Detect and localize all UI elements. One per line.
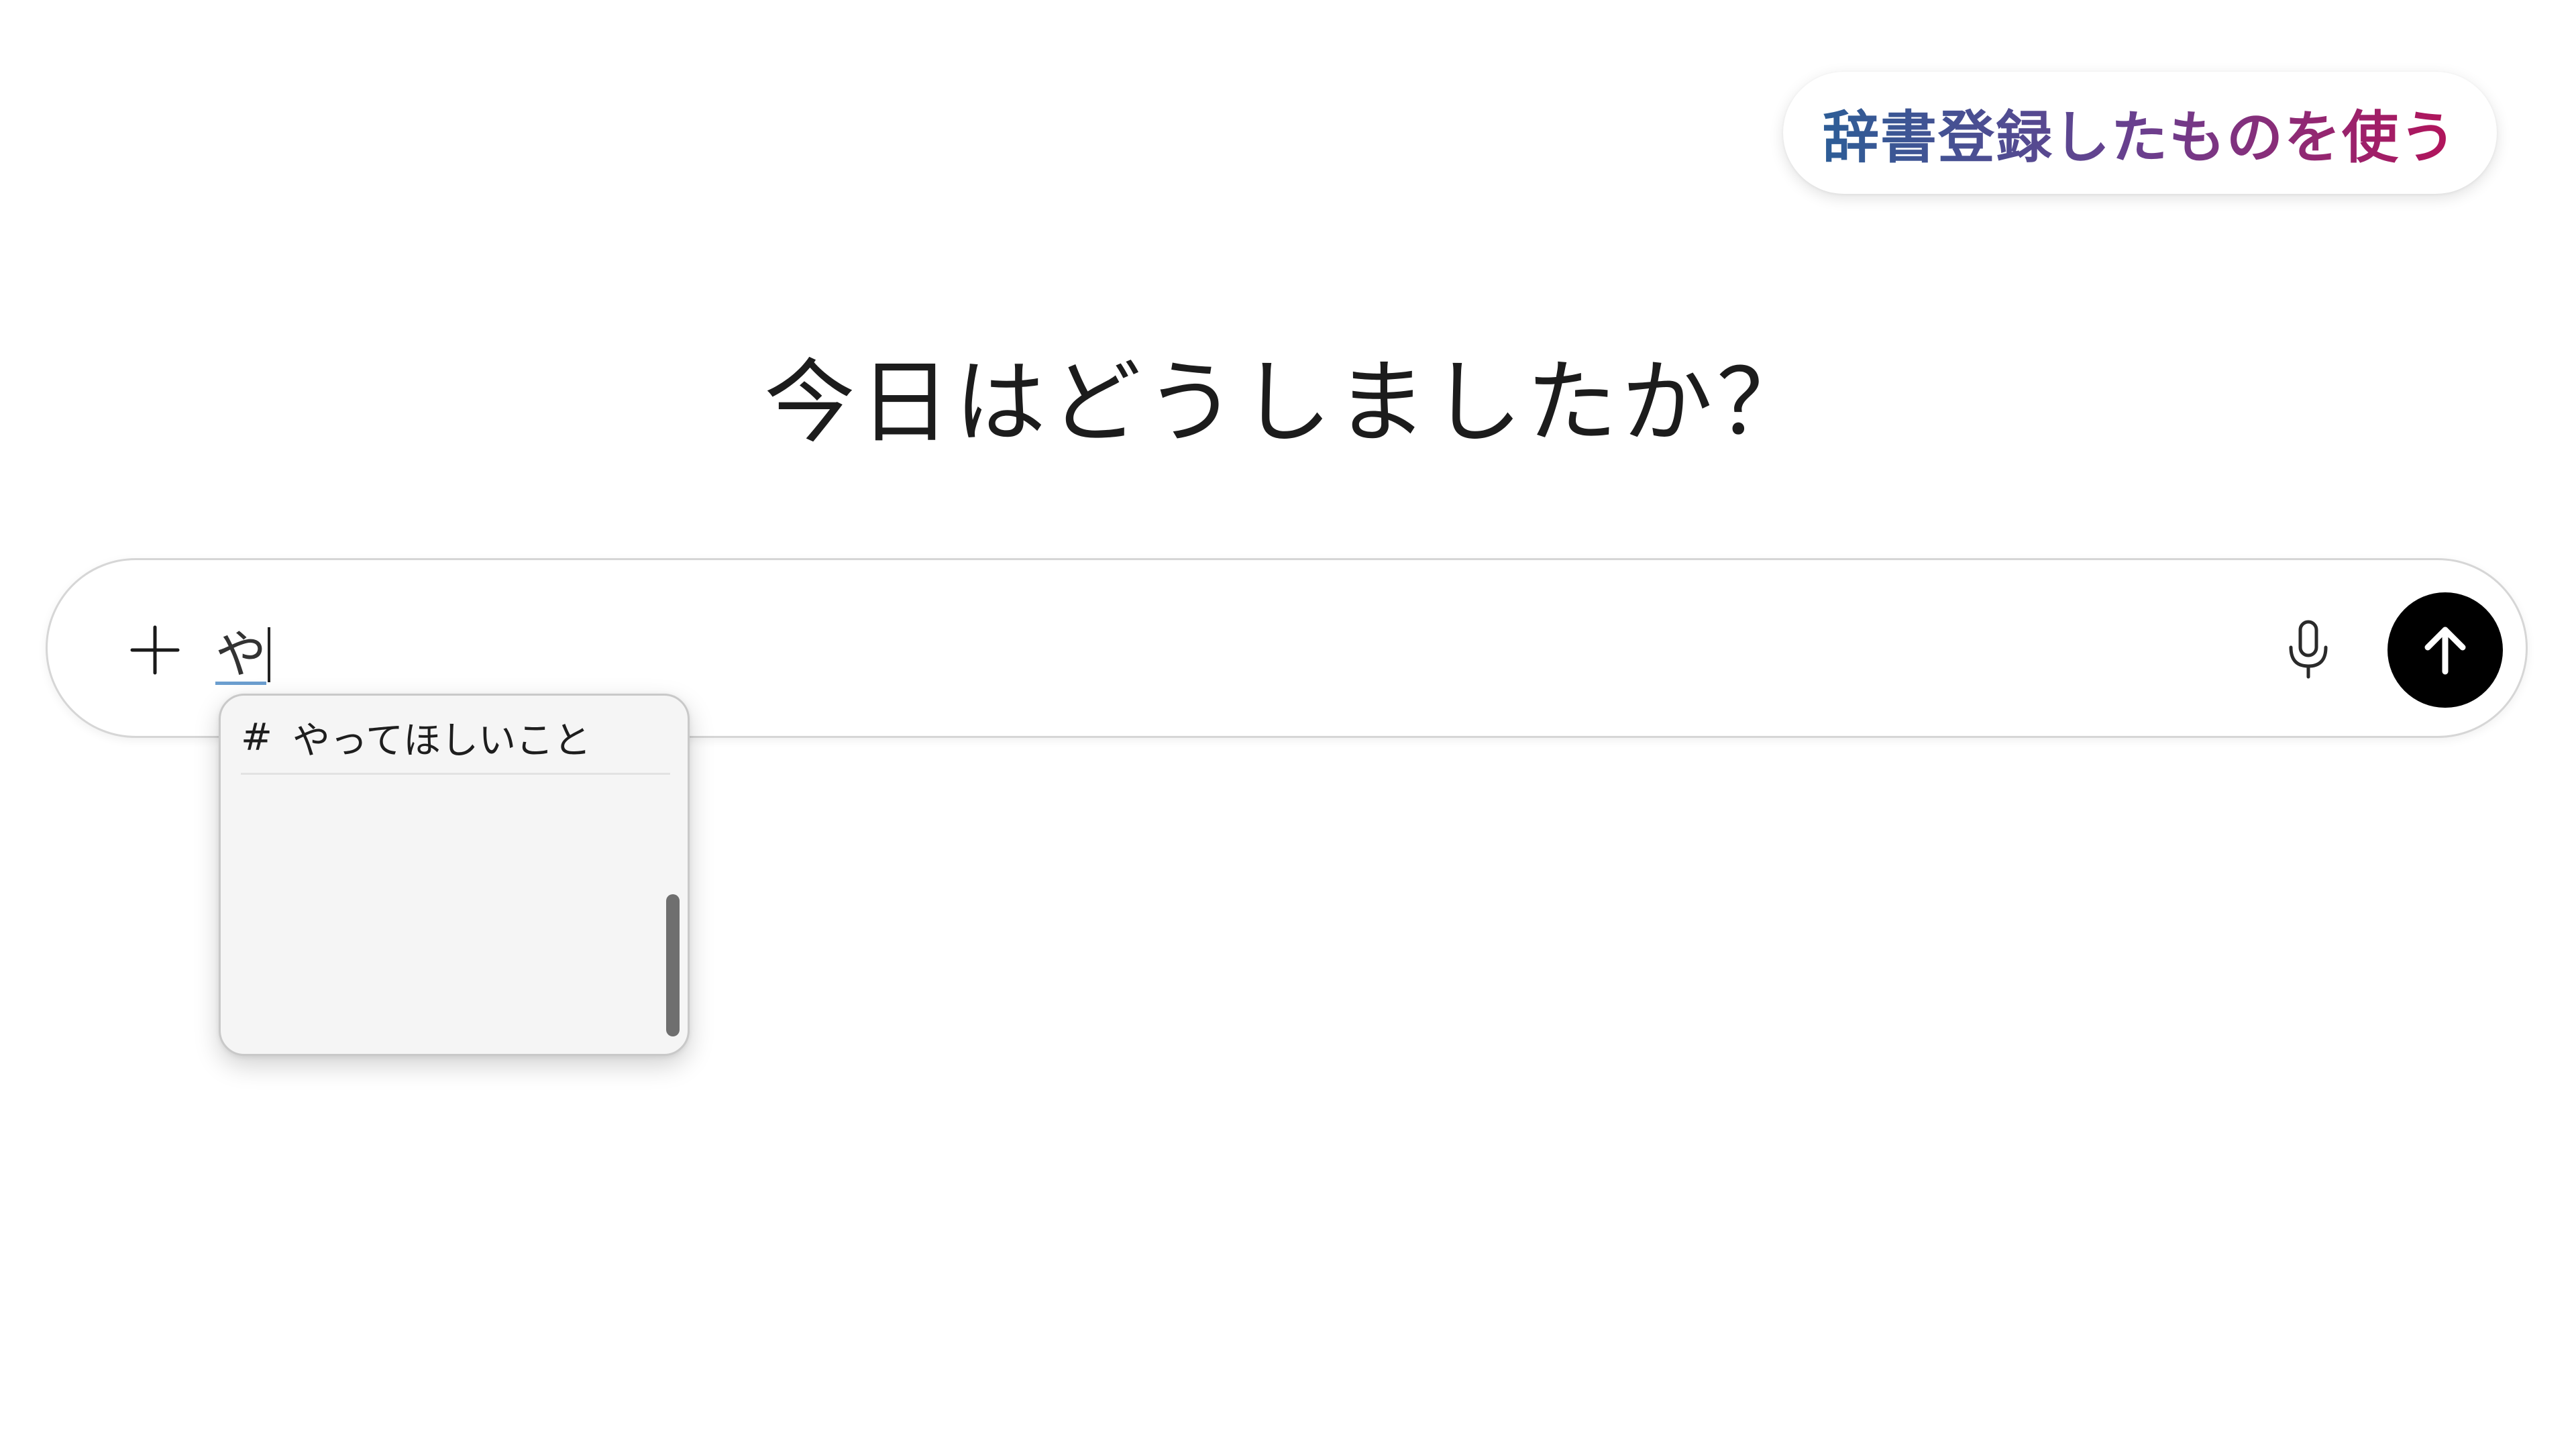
autocomplete-item[interactable]: # やってほしいこと (241, 708, 670, 775)
app-window: 辞書登録したものを使う 今日はどうしましたか？ や # やってほしいこと (0, 0, 2576, 1449)
microphone-icon (2289, 620, 2328, 679)
prompt-input[interactable]: や (215, 618, 270, 685)
autocomplete-item-label: やってほしいこと (292, 719, 592, 763)
hash-icon: # (241, 716, 272, 759)
add-attachment-button[interactable] (108, 603, 202, 697)
page-title: 今日はどうしましたか？ (764, 350, 1812, 456)
text-caret (268, 627, 270, 682)
plus-icon (130, 625, 180, 675)
scrollbar-thumb[interactable] (666, 894, 680, 1036)
caption-text: 辞書登録したものを使う (1823, 93, 2457, 174)
voice-input-button[interactable] (2261, 603, 2355, 697)
arrow-up-icon (2424, 627, 2466, 675)
send-button[interactable] (2387, 592, 2503, 708)
prompt-input-value: や (215, 625, 266, 685)
autocomplete-dropdown: # やってほしいこと (219, 694, 690, 1056)
caption-banner: 辞書登録したものを使う (1783, 72, 2497, 194)
